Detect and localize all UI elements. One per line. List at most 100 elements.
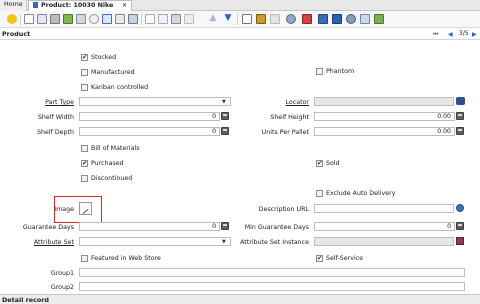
group2-label: Group2 (50, 284, 74, 291)
featured-web-store-checkbox[interactable] (81, 255, 88, 262)
bom-checkbox[interactable] (81, 145, 88, 152)
discontinued-checkbox[interactable] (81, 175, 88, 182)
bom-label: Bill of Materials (91, 145, 140, 152)
calculator-icon[interactable] (456, 112, 464, 120)
purchased-checkbox[interactable] (81, 159, 88, 167)
report-icon[interactable] (242, 14, 252, 24)
phantom-checkbox[interactable] (316, 68, 323, 75)
toolbar-separator (20, 14, 21, 25)
print-icon[interactable] (270, 14, 280, 24)
image-button[interactable] (79, 202, 92, 215)
group1-field[interactable] (79, 268, 465, 277)
copy-icon[interactable] (37, 14, 47, 24)
shelf-height-label: Shelf Height (270, 114, 309, 121)
detail-record-bar: Detail record (0, 294, 480, 304)
toolbar: ▲ ▼ (0, 11, 480, 28)
down-icon[interactable]: ▼ (223, 14, 233, 24)
product-info-icon[interactable] (302, 14, 312, 24)
tab-product[interactable]: Product: 10030 Nike Putter ✕ (28, 0, 132, 19)
purchased-label: Purchased (91, 160, 124, 167)
archive-icon[interactable] (256, 14, 266, 24)
attribute-set-instance-label: Attribute Set Instance (240, 239, 309, 246)
attribute-set-label: Attribute Set (33, 239, 74, 246)
record-header: Product ⏮ ◀ 3/5 ▶ (0, 28, 480, 40)
calculator-icon[interactable] (221, 112, 229, 120)
exclude-auto-delivery-checkbox[interactable] (316, 190, 323, 197)
group2-field[interactable] (79, 282, 465, 291)
units-per-pallet-field[interactable]: 0.00 (314, 127, 455, 136)
attribute-set-select[interactable] (79, 237, 231, 246)
featured-web-store-label: Featured in Web Store (91, 255, 161, 262)
globe-icon[interactable] (456, 204, 464, 212)
self-service-label: Self-Service (326, 255, 364, 262)
exclude-auto-delivery-label: Exclude Auto Delivery (326, 190, 396, 197)
chat-icon[interactable] (115, 14, 125, 24)
delete-icon[interactable] (50, 14, 60, 24)
calculator-icon[interactable] (456, 222, 464, 230)
detail-record-icon[interactable] (171, 14, 181, 24)
calculator-icon[interactable] (456, 127, 464, 135)
zoom-icon[interactable] (286, 14, 296, 24)
units-per-pallet-label: Units Per Pallet (261, 129, 309, 136)
attachment-icon[interactable] (102, 14, 112, 24)
first-record-icon[interactable]: ⏮ (433, 31, 438, 39)
shelf-width-field[interactable]: 0 (79, 112, 220, 121)
calendar-icon[interactable] (184, 14, 194, 24)
export-icon[interactable] (374, 14, 384, 24)
min-guarantee-days-field[interactable]: 0 (314, 222, 455, 231)
min-guarantee-days-label: Min Guarantee Days (244, 224, 309, 231)
shelf-height-field[interactable]: 0.00 (314, 112, 455, 121)
sold-checkbox[interactable] (316, 159, 323, 167)
save-icon[interactable] (63, 14, 73, 24)
toolbar-separator (237, 14, 238, 25)
new-icon[interactable] (24, 14, 34, 24)
calculator-icon[interactable] (221, 127, 229, 135)
sold-label: Sold (326, 160, 340, 167)
previous-record-icon[interactable]: ◀ (448, 31, 453, 38)
part-type-label: Part Type (45, 99, 74, 106)
locator-icon[interactable] (456, 97, 465, 105)
chevron-down-icon[interactable]: ▼ (222, 99, 226, 105)
image-label: Image (54, 206, 74, 213)
customize-icon[interactable] (360, 14, 370, 24)
page-title: Product (2, 30, 31, 38)
preference-icon[interactable] (346, 14, 356, 24)
discontinued-label: Discontinued (91, 175, 133, 182)
manufactured-checkbox[interactable] (81, 69, 88, 76)
description-url-label: Description URL (258, 206, 309, 213)
find-icon[interactable] (89, 14, 99, 24)
shelf-depth-field[interactable]: 0 (79, 127, 220, 136)
calculator-icon[interactable] (221, 222, 229, 230)
kanban-checkbox[interactable] (81, 84, 88, 91)
workflow-icon[interactable] (318, 14, 328, 24)
attribute-icon[interactable] (456, 237, 464, 245)
part-type-select[interactable] (79, 97, 231, 106)
request-icon[interactable] (332, 14, 342, 24)
record-counter: 3/5 (459, 30, 469, 37)
description-url-field[interactable] (314, 204, 454, 213)
stocked-checkbox[interactable] (81, 53, 88, 61)
toolbar-separator (141, 14, 142, 25)
attribute-set-instance-field[interactable] (314, 237, 454, 246)
grid-toggle-icon[interactable] (145, 14, 155, 24)
doc-icon (33, 2, 38, 8)
self-service-checkbox[interactable] (316, 254, 323, 262)
stocked-label: Stocked (91, 54, 117, 61)
next-record-icon[interactable]: ▶ (472, 31, 477, 38)
kanban-label: Kanban controlled (91, 84, 149, 91)
up-icon[interactable]: ▲ (208, 14, 218, 24)
phantom-label: Phantom (326, 68, 355, 75)
tab-home[interactable]: Home (0, 0, 27, 11)
history-icon[interactable] (128, 14, 138, 24)
refresh-icon[interactable] (76, 14, 86, 24)
close-icon[interactable]: ✕ (122, 1, 127, 11)
manufactured-label: Manufactured (91, 69, 135, 76)
parent-record-icon[interactable] (158, 14, 168, 24)
detail-record-label: Detail record (2, 296, 50, 304)
locator-label: Locator (285, 99, 309, 106)
group1-label: Group1 (50, 270, 74, 277)
help-icon[interactable] (7, 14, 17, 24)
shelf-width-label: Shelf Width (37, 114, 74, 121)
locator-field[interactable] (314, 97, 454, 106)
guarantee-days-field[interactable]: 0 (79, 222, 220, 231)
